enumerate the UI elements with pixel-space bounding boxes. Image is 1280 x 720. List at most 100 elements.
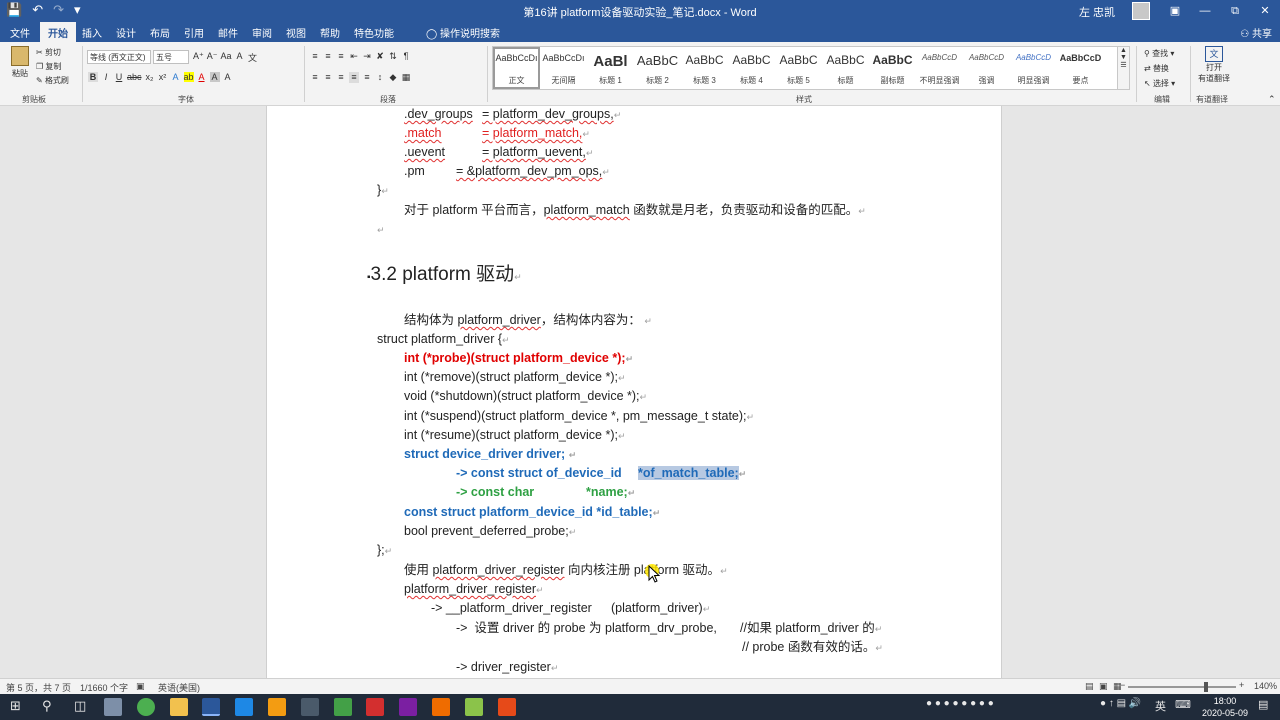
user-name[interactable]: 左 忠凯: [1079, 4, 1115, 20]
tab-file[interactable]: 文件: [10, 25, 30, 40]
zoom-in-button[interactable]: +: [1239, 680, 1244, 690]
bold-button[interactable]: B: [88, 72, 98, 82]
notifications-icon[interactable]: ▤: [1258, 698, 1268, 711]
strikethrough-button[interactable]: abc: [127, 72, 142, 82]
avatar[interactable]: [1132, 2, 1150, 20]
superscript-button[interactable]: x²: [158, 72, 168, 82]
change-case-button[interactable]: Aa: [221, 51, 232, 64]
bullets-icon[interactable]: ≡: [310, 51, 320, 62]
shading-icon[interactable]: ◆: [388, 72, 398, 83]
align-right-icon[interactable]: ≡: [336, 72, 346, 83]
keyboard-icon[interactable]: ⌨: [1175, 698, 1191, 711]
camera-app-icon[interactable]: [104, 698, 122, 716]
borders-icon[interactable]: ▦: [401, 72, 411, 83]
style-item[interactable]: AaBbC 标题 4: [728, 47, 775, 89]
zoom-level[interactable]: 140%: [1254, 681, 1277, 691]
spreadsheet-app-icon[interactable]: [465, 698, 483, 716]
task-view-icon[interactable]: ◫: [74, 698, 86, 714]
browser-app-icon[interactable]: [137, 698, 155, 716]
read-mode-icon[interactable]: ▤: [1085, 681, 1094, 692]
recorder-app-icon[interactable]: [498, 698, 516, 716]
grow-font-button[interactable]: A⁺: [193, 51, 204, 64]
shrink-font-button[interactable]: A⁻: [207, 51, 218, 64]
vscode-app-icon[interactable]: [235, 698, 253, 716]
style-item[interactable]: AaBbC 标题 3: [681, 47, 728, 89]
decrease-indent-icon[interactable]: ⇤: [349, 51, 359, 62]
screenshot-app-icon[interactable]: [268, 698, 286, 716]
show-marks-icon[interactable]: ¶: [401, 51, 411, 62]
game-app-icon[interactable]: [432, 698, 450, 716]
font-name-select[interactable]: 等线 (西文正文): [87, 50, 151, 64]
windows-start-icon[interactable]: ⊞: [10, 698, 21, 714]
distributed-icon[interactable]: ≡: [362, 72, 372, 83]
style-item[interactable]: AaBbCcD 要点: [1057, 47, 1104, 89]
proofing-icon[interactable]: ▣: [136, 681, 145, 692]
cut-button[interactable]: ✂ 剪切: [36, 46, 69, 60]
style-item[interactable]: AaBl 标题 1: [587, 47, 634, 89]
page-count[interactable]: 第 5 页，共 7 页: [6, 681, 71, 694]
char-shading-button[interactable]: A: [209, 72, 220, 82]
notes-app-icon[interactable]: [366, 698, 384, 716]
replace-button[interactable]: ⇄ 替换: [1144, 61, 1175, 76]
selected-text[interactable]: *of_match_table;: [638, 466, 739, 480]
phonetic-guide-button[interactable]: 文: [248, 51, 258, 64]
tab-features[interactable]: 特色功能: [354, 25, 394, 40]
tab-mailings[interactable]: 邮件: [218, 25, 238, 40]
tab-references[interactable]: 引用: [184, 25, 204, 40]
line-spacing-icon[interactable]: ↕: [375, 72, 385, 83]
zoom-slider[interactable]: [1128, 686, 1236, 688]
style-item[interactable]: AaBbCcD 强调: [963, 47, 1010, 89]
tab-home[interactable]: 开始: [40, 22, 76, 42]
style-item[interactable]: AaBbCcD 明显强调: [1010, 47, 1057, 89]
word-app-icon[interactable]: [202, 698, 220, 716]
copy-button[interactable]: ❐ 复制: [36, 60, 69, 74]
paste-button[interactable]: 粘贴: [8, 46, 32, 86]
style-item[interactable]: AaBbC 标题: [822, 47, 869, 89]
zoom-out-button[interactable]: −: [1120, 680, 1125, 690]
numbering-icon[interactable]: ≡: [323, 51, 333, 62]
increase-indent-icon[interactable]: ⇥: [362, 51, 372, 62]
document-page[interactable]: .dev_groups = platform_dev_groups,↵ .mat…: [266, 106, 1002, 678]
italic-button[interactable]: I: [101, 72, 111, 82]
share-button[interactable]: ⚇ 共享: [1240, 25, 1272, 40]
youdao-translate-button[interactable]: 文 打开 有道翻译: [1196, 46, 1232, 84]
find-button[interactable]: ⚲ 查找 ▾: [1144, 46, 1175, 61]
clock[interactable]: 18:00 2020-05-09: [1202, 695, 1248, 719]
terminal-app-icon[interactable]: [334, 698, 352, 716]
justify-icon[interactable]: ≡: [349, 72, 359, 83]
print-layout-icon[interactable]: ▣: [1099, 681, 1108, 692]
chinese-layout-icon[interactable]: ✘: [375, 51, 385, 62]
ime-indicator[interactable]: 英: [1155, 698, 1166, 714]
enclose-char-button[interactable]: A: [223, 72, 233, 82]
font-size-select[interactable]: 五号: [153, 50, 189, 64]
sort-icon[interactable]: ⇅: [388, 51, 398, 62]
align-left-icon[interactable]: ≡: [310, 72, 320, 83]
tray-icons[interactable]: ● ● ● ● ● ● ● ●: [926, 698, 994, 709]
text-effects-button[interactable]: A: [171, 72, 181, 82]
language[interactable]: 英语(美国): [158, 681, 200, 694]
subscript-button[interactable]: x₂: [145, 72, 155, 82]
file-explorer-icon[interactable]: [170, 698, 188, 716]
tab-design[interactable]: 设计: [116, 25, 136, 40]
restore-button[interactable]: ⧉: [1220, 0, 1250, 22]
underline-button[interactable]: U: [114, 72, 124, 82]
tab-review[interactable]: 审阅: [252, 25, 272, 40]
clear-format-button[interactable]: A: [235, 51, 245, 64]
style-item[interactable]: AaBbCcDı 正文: [493, 47, 540, 89]
tab-help[interactable]: 帮助: [320, 25, 340, 40]
tab-layout[interactable]: 布局: [150, 25, 170, 40]
style-item[interactable]: AaBbC 副标题: [869, 47, 916, 89]
style-item[interactable]: AaBbCcDı 无间隔: [540, 47, 587, 89]
style-item[interactable]: AaBbC 标题 5: [775, 47, 822, 89]
tab-insert[interactable]: 插入: [82, 25, 102, 40]
format-painter-button[interactable]: ✎ 格式刷: [36, 74, 69, 88]
collapse-ribbon-icon[interactable]: ⌃: [1268, 94, 1276, 105]
select-button[interactable]: ↖ 选择 ▾: [1144, 76, 1175, 91]
search-icon[interactable]: ⚲: [42, 698, 52, 714]
tell-me-search[interactable]: ◯ 操作说明搜索: [426, 25, 500, 40]
style-item[interactable]: AaBbCcD 不明显强调: [916, 47, 963, 89]
ribbon-display-button[interactable]: ▣: [1160, 0, 1190, 22]
styles-more-button[interactable]: ▲ ▼ ☰: [1117, 46, 1130, 90]
remote-desktop-icon[interactable]: [301, 698, 319, 716]
highlight-button[interactable]: ab: [183, 72, 194, 82]
